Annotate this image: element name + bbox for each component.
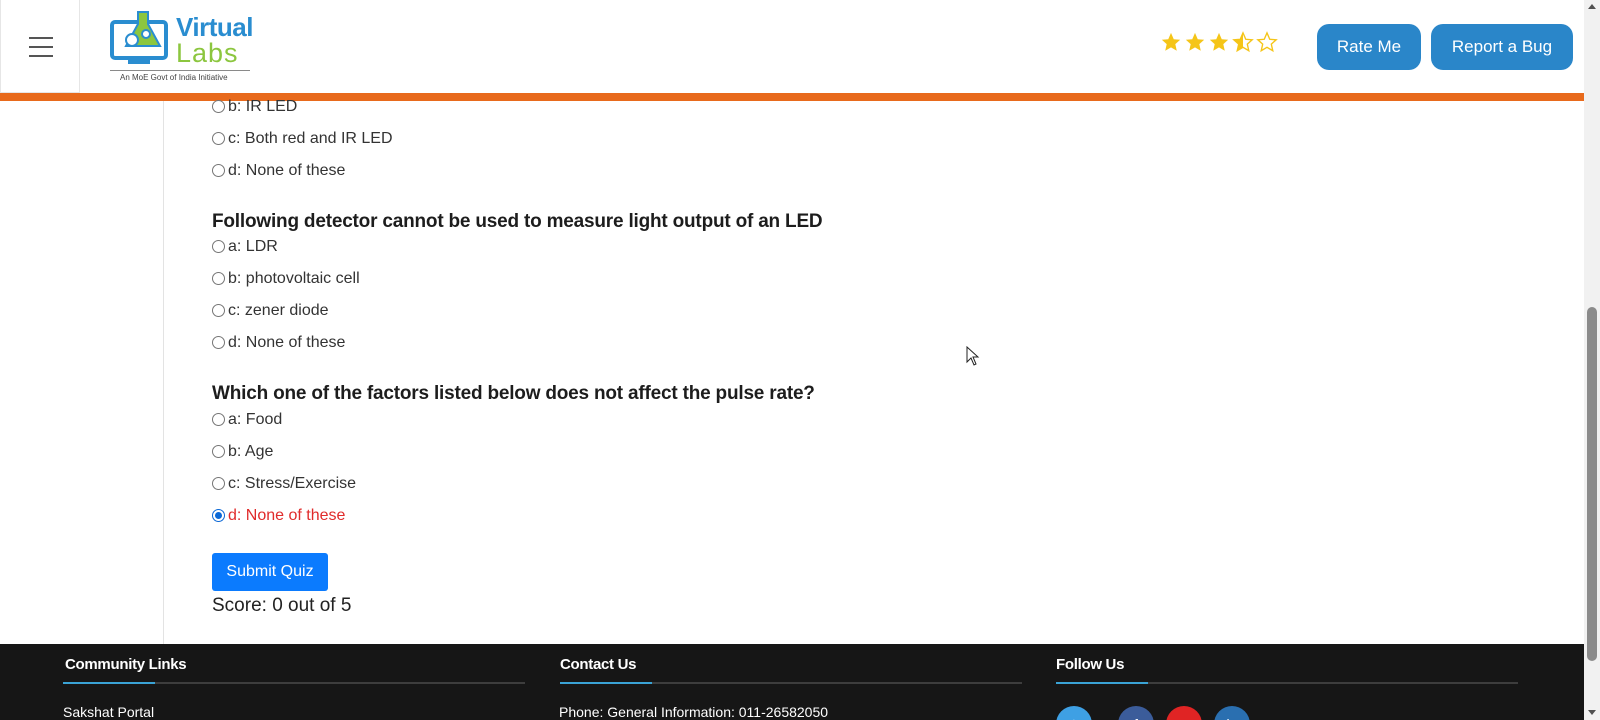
option-label: b: photovoltaic cell bbox=[228, 270, 360, 287]
flask-monitor-icon bbox=[110, 11, 168, 64]
radio-button[interactable] bbox=[212, 131, 225, 145]
option-label: b: IR LED bbox=[228, 98, 298, 115]
radio-button[interactable] bbox=[212, 99, 225, 113]
star-empty-icon[interactable] bbox=[1256, 31, 1278, 53]
footer-phone: Phone: General Information: 011-26582050 bbox=[559, 704, 829, 720]
question-text: Following detector cannot be used to mea… bbox=[212, 211, 823, 232]
report-bug-button[interactable]: Report a Bug bbox=[1431, 24, 1573, 70]
star-full-icon[interactable] bbox=[1184, 31, 1206, 53]
question-text: Which one of the factors listed below do… bbox=[212, 383, 815, 404]
quiz-option[interactable]: d: None of these bbox=[212, 334, 345, 352]
quiz-option[interactable]: a: Food bbox=[212, 411, 282, 429]
content-panel bbox=[163, 101, 1584, 644]
quiz-option-selected-wrong[interactable]: d: None of these bbox=[212, 507, 345, 525]
option-label: a: LDR bbox=[228, 238, 278, 255]
quiz-option[interactable]: c: Both red and IR LED bbox=[212, 130, 393, 148]
linkedin-icon[interactable]: in bbox=[1214, 706, 1250, 720]
radio-button[interactable] bbox=[212, 335, 225, 349]
option-label: a: Food bbox=[228, 411, 283, 428]
logo-divider bbox=[110, 70, 250, 71]
virtual-labs-logo[interactable]: Virtual Labs An MoE Govt of India Initia… bbox=[110, 8, 255, 86]
menu-toggle-button[interactable] bbox=[0, 0, 80, 93]
page-scrollbar[interactable] bbox=[1584, 0, 1600, 720]
radio-button[interactable] bbox=[212, 444, 225, 458]
quiz-option[interactable]: c: zener diode bbox=[212, 302, 329, 320]
rate-me-button[interactable]: Rate Me bbox=[1317, 24, 1421, 70]
hamburger-icon bbox=[29, 37, 53, 57]
option-label: c: zener diode bbox=[228, 302, 329, 319]
radio-button[interactable] bbox=[212, 476, 225, 490]
logo-text-labs: Labs bbox=[176, 38, 239, 68]
option-label: c: Both red and IR LED bbox=[228, 130, 393, 147]
footer-link-sakshat[interactable]: Sakshat Portal bbox=[63, 704, 154, 720]
radio-button-checked[interactable] bbox=[212, 508, 225, 522]
rating-stars[interactable] bbox=[1160, 31, 1278, 53]
site-header: Virtual Labs An MoE Govt of India Initia… bbox=[0, 0, 1584, 93]
option-label: c: Stress/Exercise bbox=[228, 475, 357, 492]
star-full-icon[interactable] bbox=[1160, 31, 1182, 53]
radio-button[interactable] bbox=[212, 163, 225, 177]
star-half-icon[interactable] bbox=[1232, 31, 1254, 53]
quiz-option[interactable]: b: IR LED bbox=[212, 98, 297, 116]
site-footer: Community Links Sakshat Portal Contact U… bbox=[0, 644, 1584, 720]
scroll-thumb[interactable] bbox=[1587, 307, 1597, 661]
footer-divider-accent bbox=[63, 682, 155, 684]
radio-button[interactable] bbox=[212, 412, 225, 426]
footer-divider-accent bbox=[1056, 682, 1148, 684]
option-label: d: None of these bbox=[228, 162, 346, 179]
mouse-cursor-icon bbox=[966, 346, 980, 366]
radio-button[interactable] bbox=[212, 271, 225, 285]
scroll-down-arrow-icon[interactable] bbox=[1588, 710, 1596, 715]
option-label: d: None of these bbox=[228, 507, 346, 524]
twitter-icon[interactable]: t bbox=[1056, 706, 1092, 720]
quiz-score: Score: 0 out of 5 bbox=[212, 595, 352, 616]
footer-heading: Follow Us bbox=[1056, 656, 1125, 673]
radio-button[interactable] bbox=[212, 239, 225, 253]
quiz-option[interactable]: d: None of these bbox=[212, 162, 345, 180]
submit-quiz-button[interactable]: Submit Quiz bbox=[212, 553, 328, 591]
quiz-option[interactable]: a: LDR bbox=[212, 238, 278, 256]
footer-heading: Contact Us bbox=[560, 656, 637, 673]
logo-tagline: An MoE Govt of India Initiative bbox=[120, 73, 228, 82]
scroll-up-arrow-icon[interactable] bbox=[1588, 4, 1596, 9]
quiz-option[interactable]: b: Age bbox=[212, 443, 273, 461]
option-label: d: None of these bbox=[228, 334, 346, 351]
quiz-option[interactable]: b: photovoltaic cell bbox=[212, 270, 360, 288]
option-label: b: Age bbox=[228, 443, 274, 460]
facebook-icon[interactable]: f bbox=[1118, 706, 1154, 720]
footer-heading: Community Links bbox=[65, 656, 187, 673]
youtube-icon[interactable]: ▶ bbox=[1166, 706, 1202, 720]
radio-button[interactable] bbox=[212, 303, 225, 317]
quiz-option[interactable]: c: Stress/Exercise bbox=[212, 475, 356, 493]
star-full-icon[interactable] bbox=[1208, 31, 1230, 53]
footer-divider-accent bbox=[560, 682, 652, 684]
